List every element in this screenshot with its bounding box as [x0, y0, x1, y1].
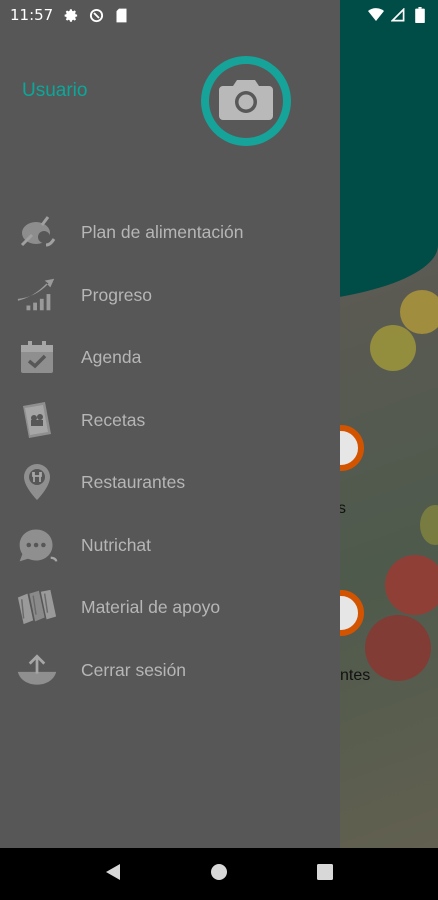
calendar-check-icon	[16, 336, 58, 378]
recipe-book-icon	[16, 399, 58, 441]
sd-card-icon	[113, 7, 129, 23]
home-button[interactable]	[199, 854, 239, 894]
menu-label: Nutrichat	[81, 534, 152, 555]
menu-label: Cerrar sesión	[81, 659, 187, 680]
menu-item-restaurantes[interactable]: Restaurantes	[0, 454, 340, 510]
signal-icon	[390, 7, 406, 23]
logout-icon	[16, 649, 58, 691]
meal-plan-icon	[16, 211, 58, 253]
camera-icon	[217, 76, 275, 127]
menu-item-progreso[interactable]: Progreso	[0, 267, 340, 323]
chat-bubble-icon	[16, 524, 58, 566]
battery-icon	[412, 7, 428, 23]
menu-item-recetas[interactable]: Recetas	[0, 392, 340, 448]
menu-label: Agenda	[81, 346, 142, 367]
restaurant-pin-icon	[16, 461, 58, 503]
menu-item-plan[interactable]: Plan de alimentación	[0, 204, 340, 260]
system-nav-bar	[0, 848, 438, 900]
menu-label: Material de apoyo	[81, 596, 221, 617]
menu-item-agenda[interactable]: Agenda	[0, 329, 340, 385]
menu-item-cerrar-sesion[interactable]: Cerrar sesión	[0, 642, 340, 698]
recents-icon	[317, 863, 333, 885]
menu-label: Restaurantes	[81, 471, 186, 492]
wifi-icon	[368, 7, 384, 23]
user-name[interactable]: Usuario	[22, 80, 87, 102]
settings-icon	[63, 7, 79, 23]
menu-label: Plan de alimentación	[81, 221, 244, 242]
navigation-drawer: Usuario Plan de alimentación Progreso Ag…	[0, 0, 340, 848]
menu-label: Recetas	[81, 409, 146, 430]
back-button[interactable]	[93, 854, 133, 894]
recents-button[interactable]	[305, 854, 345, 894]
menu-item-material[interactable]: Material de apoyo	[0, 579, 340, 635]
back-icon	[105, 863, 121, 886]
status-bar: 11:57	[0, 0, 438, 30]
avatar[interactable]	[201, 56, 291, 146]
status-time: 11:57	[10, 6, 54, 24]
background-text-2: ntes	[340, 667, 371, 684]
books-icon	[16, 586, 58, 628]
home-icon	[210, 863, 228, 886]
menu-label: Progreso	[81, 284, 153, 305]
progress-chart-icon	[16, 274, 58, 316]
sync-icon	[88, 7, 104, 23]
menu-item-nutrichat[interactable]: Nutrichat	[0, 517, 340, 573]
